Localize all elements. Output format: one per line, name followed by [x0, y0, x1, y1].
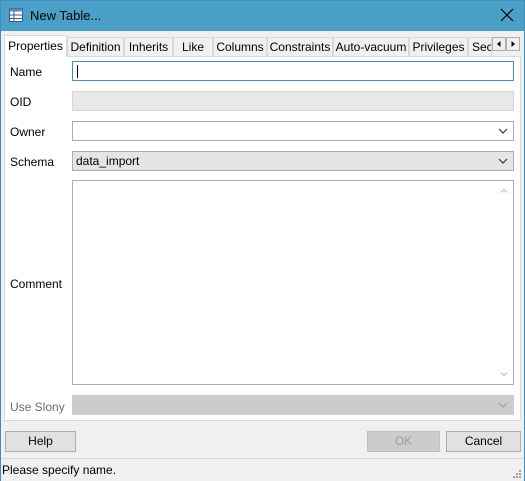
- chevron-down-icon: [498, 158, 508, 164]
- title-bar[interactable]: New Table...: [1, 1, 524, 31]
- tab-definition[interactable]: Definition: [67, 37, 124, 56]
- name-input[interactable]: [72, 61, 514, 81]
- owner-label: Owner: [10, 125, 46, 139]
- chevron-down-icon: [498, 402, 508, 408]
- resize-grip-icon[interactable]: [512, 469, 522, 479]
- new-table-dialog: New Table... Properties Definition Inher…: [0, 0, 525, 481]
- name-label: Name: [10, 65, 43, 79]
- use-slony-combobox: [72, 395, 514, 415]
- table-icon: [9, 8, 23, 22]
- text-caret: [77, 65, 78, 78]
- scroll-down-icon[interactable]: [499, 369, 509, 379]
- help-button[interactable]: Help: [5, 431, 76, 452]
- ok-button[interactable]: OK: [367, 431, 440, 452]
- tab-columns[interactable]: Columns: [213, 37, 267, 56]
- comment-textarea[interactable]: [72, 180, 514, 385]
- tab-security[interactable]: Sec: [468, 37, 492, 56]
- scroll-up-icon[interactable]: [499, 186, 509, 196]
- status-message: Please specify name.: [2, 463, 117, 477]
- tab-like[interactable]: Like: [173, 37, 213, 56]
- oid-label: OID: [10, 95, 32, 109]
- tab-constraints[interactable]: Constraints: [267, 37, 333, 56]
- tab-auto-vacuum[interactable]: Auto-vacuum: [333, 37, 409, 56]
- tab-bar: Properties Definition Inherits Like Colu…: [4, 35, 521, 57]
- tab-properties[interactable]: Properties: [4, 35, 67, 57]
- tab-scroll-right-button[interactable]: [506, 37, 520, 51]
- tab-privileges[interactable]: Privileges: [409, 37, 468, 56]
- tab-inherits[interactable]: Inherits: [124, 37, 173, 56]
- cancel-button[interactable]: Cancel: [446, 431, 521, 452]
- owner-combobox[interactable]: [72, 121, 514, 141]
- chevron-right-icon: [511, 41, 515, 47]
- schema-combobox[interactable]: data_import: [72, 151, 514, 171]
- tab-scroll-left-button[interactable]: [492, 37, 506, 51]
- window-title: New Table...: [30, 8, 102, 23]
- use-slony-label: Use Slony: [10, 400, 65, 414]
- chevron-left-icon: [497, 41, 501, 47]
- status-bar: Please specify name.: [1, 458, 524, 481]
- oid-input: [72, 91, 514, 111]
- close-button[interactable]: [498, 6, 516, 24]
- close-icon: [500, 8, 514, 22]
- chevron-down-icon: [498, 128, 508, 134]
- comment-label: Comment: [10, 277, 63, 291]
- schema-value: data_import: [76, 154, 140, 168]
- schema-label: Schema: [10, 155, 55, 169]
